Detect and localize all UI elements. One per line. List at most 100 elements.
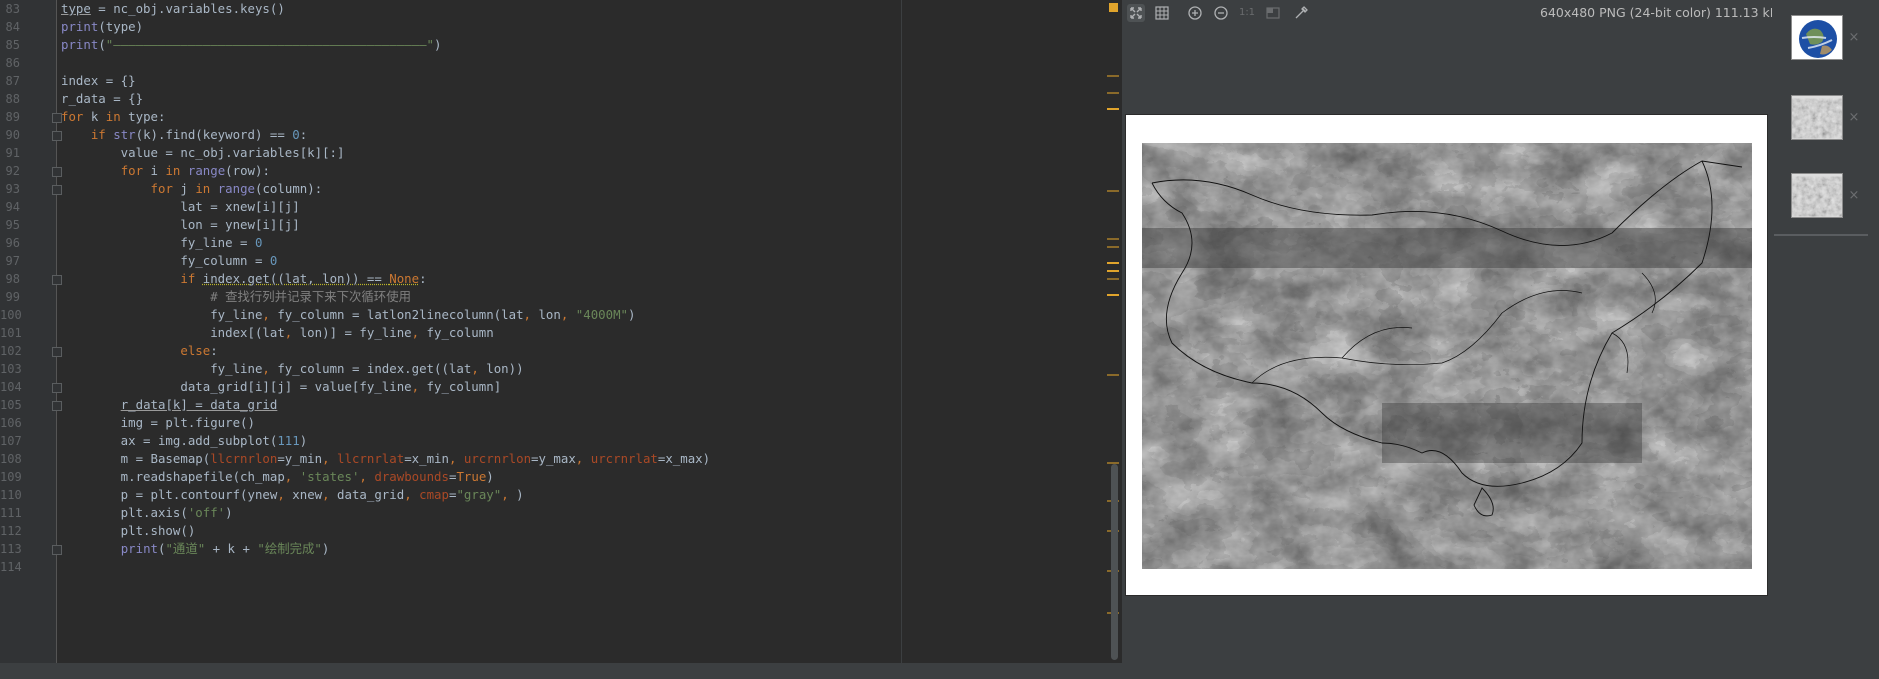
line-number: 93 <box>5 182 20 196</box>
code-line[interactable]: for k in type: <box>61 108 165 126</box>
line-number: 97 <box>5 254 20 268</box>
error-stripe-mark[interactable] <box>1107 294 1119 296</box>
error-stripe-mark[interactable] <box>1107 278 1119 280</box>
line-number: 112 <box>0 524 22 538</box>
code-line[interactable]: plt.show() <box>61 522 196 540</box>
editor-scrollbar-thumb[interactable] <box>1111 464 1118 660</box>
code-line[interactable]: fy_line, fy_column = latlon2linecolumn(l… <box>61 306 635 324</box>
line-number: 96 <box>5 236 20 250</box>
line-number: 102 <box>0 344 22 358</box>
line-number: 95 <box>5 218 20 232</box>
line-number: 103 <box>0 362 22 376</box>
error-stripe-mark[interactable] <box>1107 75 1119 77</box>
line-number: 94 <box>5 200 20 214</box>
line-number: 85 <box>5 38 20 52</box>
code-line[interactable]: value = nc_obj.variables[k][:] <box>61 144 345 162</box>
error-stripe-mark[interactable] <box>1107 270 1119 272</box>
earth-thumbnail[interactable] <box>1791 15 1843 60</box>
line-number: 100 <box>0 308 22 322</box>
error-stripe-mark[interactable] <box>1107 190 1119 192</box>
fold-marker-icon[interactable] <box>52 185 62 195</box>
code-line[interactable]: fy_column = 0 <box>61 252 277 270</box>
line-number: 87 <box>5 74 20 88</box>
line-number: 88 <box>5 92 20 106</box>
fold-marker-icon[interactable] <box>52 401 62 411</box>
error-stripe-mark[interactable] <box>1107 246 1119 248</box>
code-line[interactable]: plt.axis('off') <box>61 504 233 522</box>
line-number: 111 <box>0 506 22 520</box>
code-line[interactable]: lat = xnew[i][j] <box>61 198 299 216</box>
thumbnail-separator <box>1774 234 1874 236</box>
line-number: 92 <box>5 164 20 178</box>
fold-marker-icon[interactable] <box>52 275 62 285</box>
code-line[interactable]: ax = img.add_subplot(111) <box>61 432 308 450</box>
close-thumbnail-icon[interactable]: × <box>1848 31 1860 44</box>
code-line[interactable]: for i in range(row): <box>61 162 270 180</box>
satellite-thumbnail-1[interactable] <box>1791 95 1843 140</box>
code-line[interactable]: else: <box>61 342 217 360</box>
line-number-gutter: 83 84 85 86 87 88 89 90 91 92 93 94 95 96 97 98 99 100 101… <box>0 0 57 663</box>
code-line[interactable]: img = plt.figure() <box>61 414 255 432</box>
code-line[interactable]: index[(lat, lon)] = fy_line, fy_column <box>61 324 494 342</box>
fold-marker-icon[interactable] <box>52 545 62 555</box>
satellite-thumbnail-2[interactable] <box>1791 173 1843 218</box>
image-info-label: 640x480 PNG (24-bit color) 111.13 kB <box>1540 5 1779 20</box>
error-stripe-mark[interactable] <box>1107 92 1119 94</box>
code-line[interactable]: print("—————————————————————————————————… <box>61 36 441 54</box>
line-number: 110 <box>0 488 22 502</box>
line-number: 99 <box>5 290 20 304</box>
line-number: 89 <box>5 110 20 124</box>
code-line[interactable]: if index.get((lat, lon)) == None: <box>61 270 426 288</box>
satellite-image <box>1142 143 1752 569</box>
error-stripe-mark[interactable] <box>1107 108 1119 110</box>
close-thumbnail-icon[interactable]: × <box>1848 189 1860 202</box>
zoom-in-icon[interactable] <box>1186 4 1204 22</box>
zoom-out-icon[interactable] <box>1212 4 1230 22</box>
code-line[interactable]: m.readshapefile(ch_map, 'states', drawbo… <box>61 468 494 486</box>
code-line[interactable]: lon = ynew[i][j] <box>61 216 299 234</box>
fold-marker-icon[interactable] <box>52 347 62 357</box>
code-line[interactable]: type = nc_obj.variables.keys() <box>61 0 285 18</box>
actual-size-icon[interactable]: 1:1 <box>1238 4 1256 22</box>
code-line[interactable]: p = plt.contourf(ynew, xnew, data_grid, … <box>61 486 524 504</box>
code-line[interactable]: print("通道" + k + "绘制完成") <box>61 540 330 558</box>
line-number: 84 <box>5 20 20 34</box>
line-number: 105 <box>0 398 22 412</box>
close-thumbnail-icon[interactable]: × <box>1848 111 1860 124</box>
line-number: 109 <box>0 470 22 484</box>
fold-marker-icon[interactable] <box>52 113 62 123</box>
error-stripe-mark[interactable] <box>1107 262 1119 264</box>
line-number: 90 <box>5 128 20 142</box>
line-number: 104 <box>0 380 22 394</box>
line-number: 86 <box>5 56 20 70</box>
fold-marker-icon[interactable] <box>52 383 62 393</box>
fold-marker-icon[interactable] <box>52 131 62 141</box>
code-line[interactable]: fy_line = 0 <box>61 234 262 252</box>
line-number: 101 <box>0 326 22 340</box>
fit-icon[interactable] <box>1127 4 1145 22</box>
code-line[interactable]: m = Basemap(llcrnrlon=y_min, llcrnrlat=x… <box>61 450 710 468</box>
code-line[interactable]: for j in range(column): <box>61 180 323 198</box>
viewer-scrollbar[interactable] <box>1868 0 1879 679</box>
code-line[interactable]: index = {} <box>61 72 136 90</box>
color-picker-icon[interactable] <box>1292 4 1310 22</box>
grid-icon[interactable] <box>1153 4 1171 22</box>
editor-horizontal-scrollbar[interactable] <box>0 663 1122 679</box>
code-line[interactable]: r_data[k] = data_grid <box>61 396 278 414</box>
error-stripe-mark[interactable] <box>1107 238 1119 240</box>
line-number: 114 <box>0 560 22 574</box>
warning-indicator-icon[interactable] <box>1109 3 1118 12</box>
line-number: 91 <box>5 146 20 160</box>
error-stripe-mark[interactable] <box>1107 374 1119 376</box>
background-icon[interactable] <box>1264 4 1282 22</box>
line-number: 108 <box>0 452 22 466</box>
fold-marker-icon[interactable] <box>52 167 62 177</box>
code-line[interactable]: # 查找行列并记录下来下次循环使用 <box>61 288 411 306</box>
code-line[interactable]: r_data = {} <box>61 90 143 108</box>
code-line[interactable]: fy_line, fy_column = index.get((lat, lon… <box>61 360 523 378</box>
code-line[interactable]: data_grid[i][j] = value[fy_line, fy_colu… <box>61 378 501 396</box>
line-number: 98 <box>5 272 20 286</box>
code-line[interactable]: print(type) <box>61 18 143 36</box>
code-line[interactable]: if str(k).find(keyword) == 0: <box>61 126 307 144</box>
line-number: 83 <box>5 2 20 16</box>
